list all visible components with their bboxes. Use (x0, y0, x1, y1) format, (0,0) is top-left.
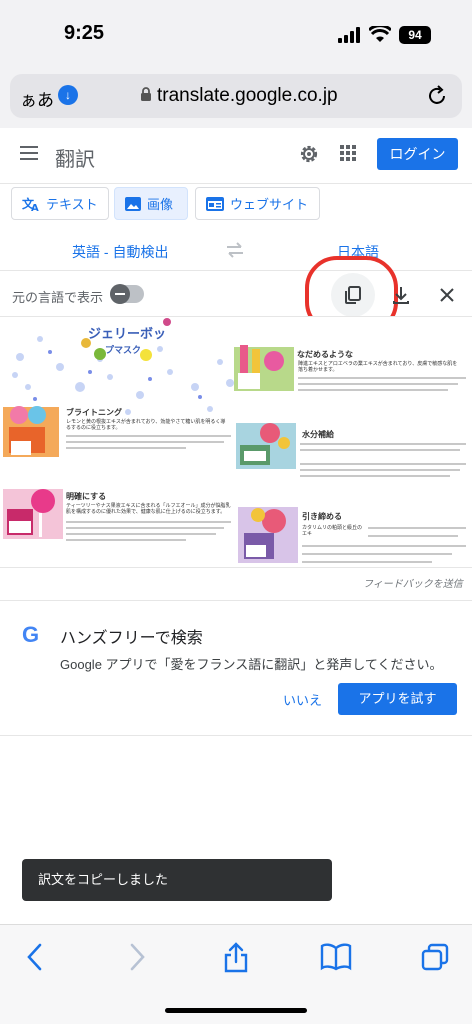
candy-product-icon (3, 406, 59, 457)
download-badge-icon[interactable]: ↓ (58, 85, 78, 105)
translated-image: ジェリーボッ プマスク なだめるような 陣進エキスとアロエベラの業エキスが含まれ… (0, 316, 472, 568)
translate-text-icon: 文 A (22, 196, 39, 212)
image-title-line1: ジェリーボッ (88, 326, 167, 341)
reload-icon[interactable] (426, 85, 448, 107)
heading-clarifying: 明確にする (66, 492, 107, 501)
heading-hydration: 水分補給 (302, 430, 334, 439)
download-icon[interactable] (391, 285, 411, 305)
snippet-firming: カタリムリの粕頭と級丘のエキ (302, 525, 363, 537)
back-icon[interactable] (24, 942, 46, 972)
heading-firming: 引き締める (302, 512, 342, 521)
snippet-clarifying: ティーツリーやナス果液エキスに含まれる「ルフエオール」成分が悩脂乳肌を構成するの… (66, 503, 231, 515)
settings-gear-icon[interactable] (298, 143, 320, 165)
swap-languages-icon[interactable] (225, 242, 245, 258)
promo-body: Google アプリで「愛をフランス語に翻訳」と発声してください。 (60, 657, 443, 672)
snippet-brightening: レモンと黄の根抜エキスが含まれており、効能やさて糖い肌を明るく導るするのに役立ち… (66, 419, 226, 431)
forward-icon[interactable] (126, 942, 148, 972)
google-logo: G (22, 622, 40, 647)
tabs-icon[interactable] (420, 942, 450, 972)
candy-product-icon (3, 489, 63, 539)
divider (0, 270, 472, 271)
tab-text-label: テキスト (46, 197, 98, 212)
copy-toast: 訳文をコピーしました (22, 859, 332, 901)
apps-grid-icon[interactable] (338, 143, 358, 163)
tab-image[interactable]: 画像 (114, 187, 188, 220)
tab-website-label: ウェブサイト (230, 197, 309, 212)
tab-image-label: 画像 (147, 197, 174, 212)
svg-text:A: A (31, 203, 39, 212)
website-icon (206, 196, 224, 211)
show-original-label: 元の言語で表示 (12, 290, 104, 305)
toggle-off-mark (115, 293, 125, 295)
heading-soothing: なだめるような (297, 350, 353, 359)
image-icon (125, 196, 141, 211)
source-language-selector[interactable]: 英語 - 自動検出 (72, 242, 168, 262)
home-indicator (165, 1008, 307, 1013)
app-title: 翻訳 (55, 149, 95, 171)
tab-website[interactable]: ウェブサイト (195, 187, 320, 220)
send-feedback-link[interactable]: フィードバックを送信 (363, 575, 463, 590)
dismiss-button[interactable]: いいえ (283, 690, 322, 709)
battery-indicator: 94 (399, 26, 431, 44)
share-icon[interactable] (222, 942, 250, 974)
heading-brightening: ブライトニング (66, 408, 122, 417)
login-button[interactable]: ログイン (377, 138, 458, 170)
signal-icon (338, 27, 360, 43)
hamburger-menu-icon[interactable] (20, 146, 38, 160)
snippet-soothing: 陣進エキスとアロエベラの業エキスが含まれており、皮膚で敏感な肌を落ち着かせます。 (298, 361, 458, 373)
candy-product-icon (234, 345, 294, 391)
tab-text[interactable]: 文 A テキスト (11, 187, 109, 220)
wifi-icon (369, 26, 391, 42)
close-icon[interactable] (438, 286, 456, 304)
bookmarks-icon[interactable] (320, 942, 352, 972)
try-app-button[interactable]: アプリを試す (338, 683, 457, 715)
text-size-button[interactable]: ぁあ (20, 86, 54, 111)
status-time: 9:25 (64, 22, 105, 44)
url-text[interactable]: translate.google.co.jp (157, 85, 338, 107)
lock-icon (141, 87, 151, 101)
promo-title: ハンズフリーで検索 (60, 630, 203, 647)
image-title-line2: プマスク (105, 345, 142, 355)
candy-product-icon (238, 507, 298, 563)
candy-product-icon (236, 423, 296, 469)
